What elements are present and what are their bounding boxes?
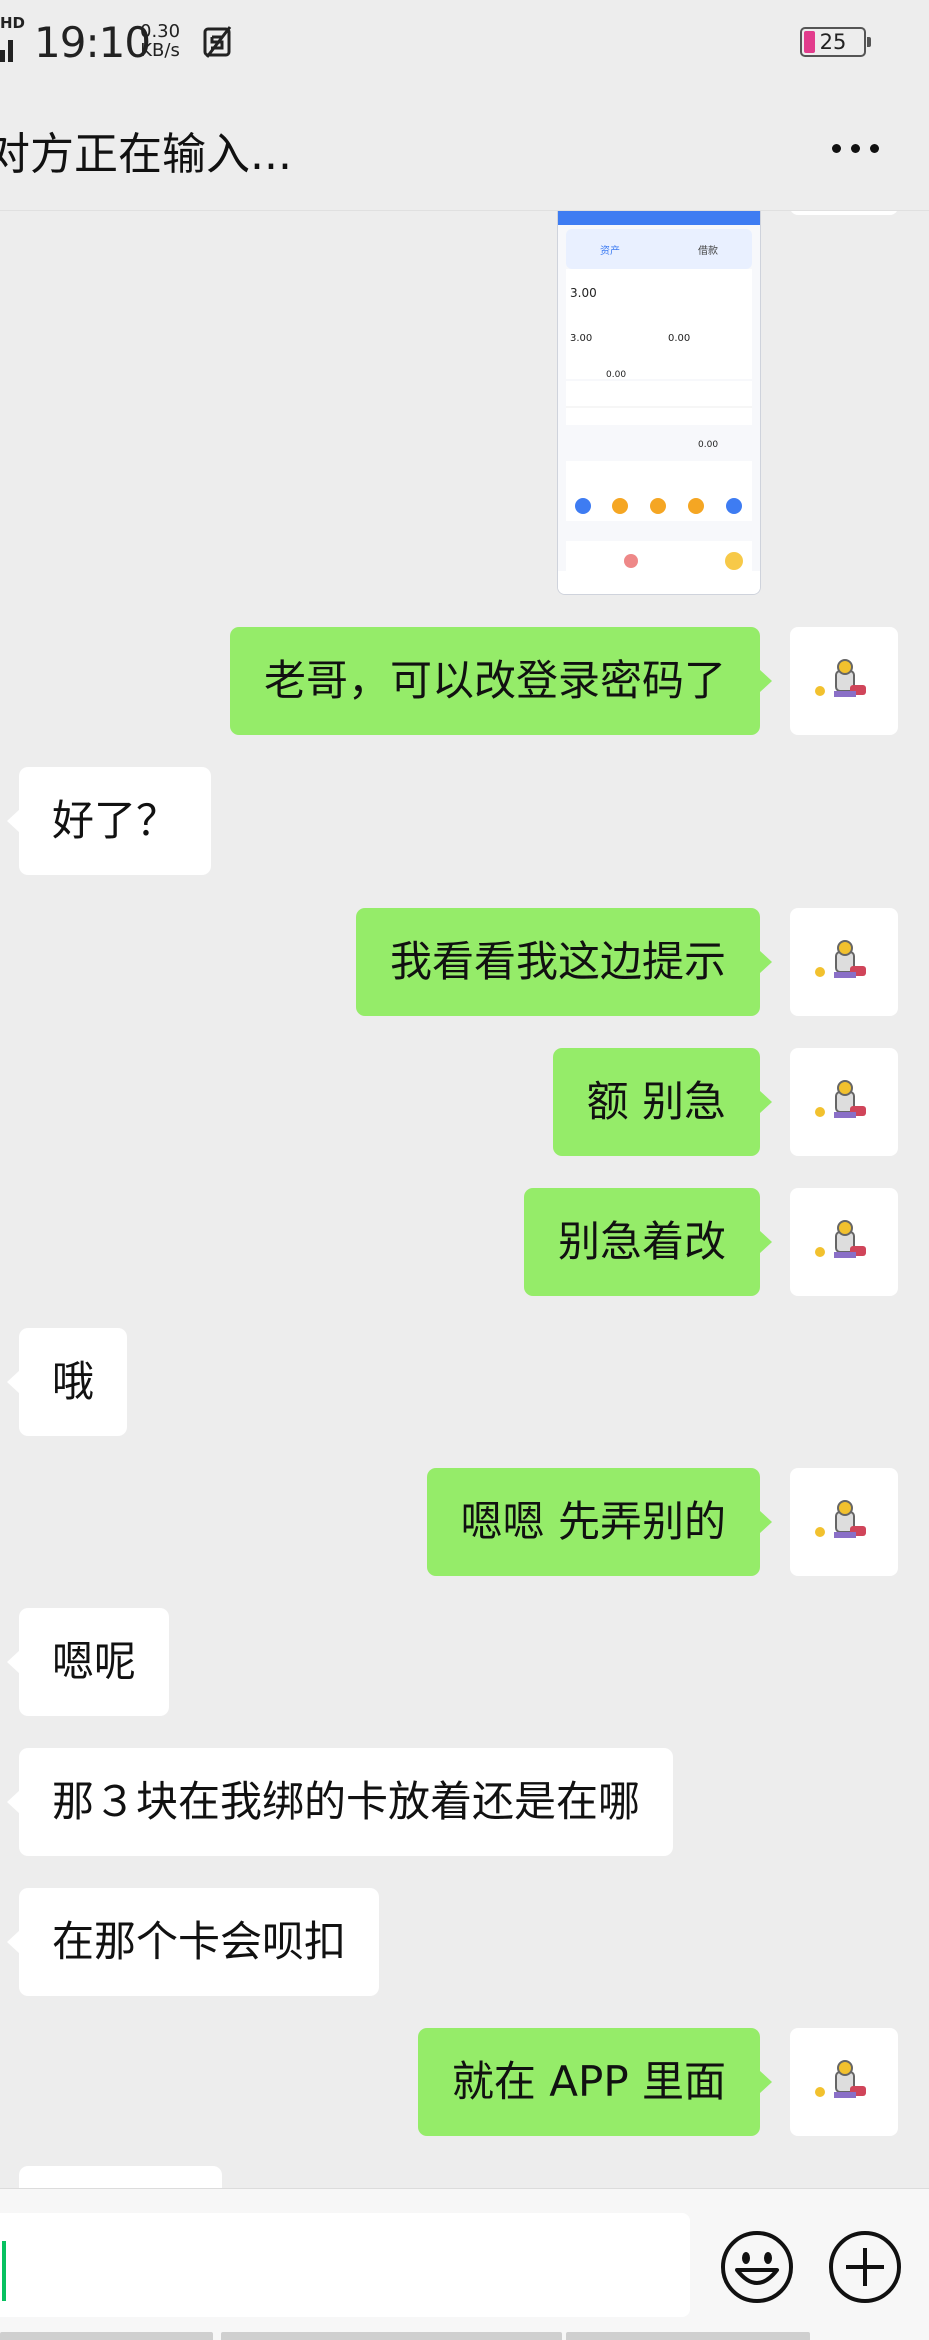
- incoming-message[interactable]: [19, 2166, 222, 2188]
- thumb-value-a: 3.00: [570, 333, 592, 344]
- incoming-message[interactable]: 那３块在我绑的卡放着还是在哪: [6, 1748, 674, 1856]
- more-options-button[interactable]: [826, 124, 886, 174]
- my-avatar[interactable]: [790, 1468, 898, 1576]
- my-avatar[interactable]: [790, 1188, 898, 1296]
- outgoing-message[interactable]: 老哥，可以改登录密码了: [229, 627, 773, 735]
- network-speed: 0.30 KB/s: [140, 22, 180, 60]
- my-avatar[interactable]: [790, 2028, 898, 2136]
- outgoing-message[interactable]: 别急着改: [523, 1188, 773, 1296]
- signal-icon: [0, 26, 22, 62]
- thumb-tab-assets: 资产: [600, 244, 620, 257]
- chat-header: 对方正在输入...: [0, 88, 929, 211]
- thumb-balance-value: 3.00: [570, 286, 597, 300]
- network-speed-unit: KB/s: [140, 40, 180, 61]
- outgoing-message[interactable]: 嗯嗯 先弄别的: [426, 1468, 773, 1576]
- emoji-smile-icon[interactable]: [720, 2230, 794, 2304]
- incoming-message[interactable]: 在那个卡会呗扣: [6, 1888, 380, 1996]
- message-input[interactable]: [0, 2213, 690, 2317]
- screenshot-notification-icon: [203, 26, 232, 58]
- incoming-message[interactable]: 好了？: [6, 767, 212, 875]
- avatar-icon: [815, 940, 866, 978]
- my-avatar[interactable]: [790, 908, 898, 1016]
- clock-time: 19:10: [34, 18, 151, 67]
- outgoing-message[interactable]: 就在 APP 里面: [417, 2028, 773, 2136]
- image-message[interactable]: 资产 借款 3.00 3.00 0.00 0.00 0.00: [557, 211, 761, 595]
- message-list[interactable]: 资产 借款 3.00 3.00 0.00 0.00 0.00 老哥，可以改登录密…: [0, 211, 929, 2188]
- avatar-icon: [815, 2060, 866, 2098]
- avatar-icon: [790, 211, 898, 215]
- thumb-value-c: 0.00: [606, 370, 626, 380]
- incoming-message[interactable]: 嗯呢: [6, 1608, 170, 1716]
- outgoing-message[interactable]: 我看看我这边提示: [355, 908, 773, 1016]
- plus-circle-icon[interactable]: [828, 2230, 902, 2304]
- incoming-message[interactable]: 哦: [6, 1328, 128, 1436]
- avatar-icon: [815, 1500, 866, 1538]
- avatar-icon: [815, 1220, 866, 1258]
- status-bar: HD 19:10 0.30 KB/s 25: [0, 0, 929, 88]
- app-screenshot-thumbnail: 资产 借款 3.00 3.00 0.00 0.00 0.00: [558, 211, 760, 594]
- my-avatar[interactable]: [790, 1048, 898, 1156]
- battery-icon: 25: [800, 27, 871, 57]
- thumb-tab-loan: 借款: [698, 244, 718, 257]
- thumb-value-b: 0.00: [668, 333, 690, 344]
- chat-title: 对方正在输入...: [0, 129, 292, 180]
- chat-input-bar: [0, 2188, 929, 2340]
- outgoing-message[interactable]: 额 别急: [552, 1048, 773, 1156]
- my-avatar[interactable]: [790, 627, 898, 735]
- network-speed-value: 0.30: [140, 21, 181, 42]
- avatar-icon: [815, 1080, 866, 1118]
- my-avatar[interactable]: [790, 211, 898, 215]
- thumb-value-d: 0.00: [698, 440, 718, 450]
- avatar-icon: [815, 659, 866, 697]
- battery-level: 25: [819, 30, 847, 54]
- text-caret: [2, 2241, 6, 2301]
